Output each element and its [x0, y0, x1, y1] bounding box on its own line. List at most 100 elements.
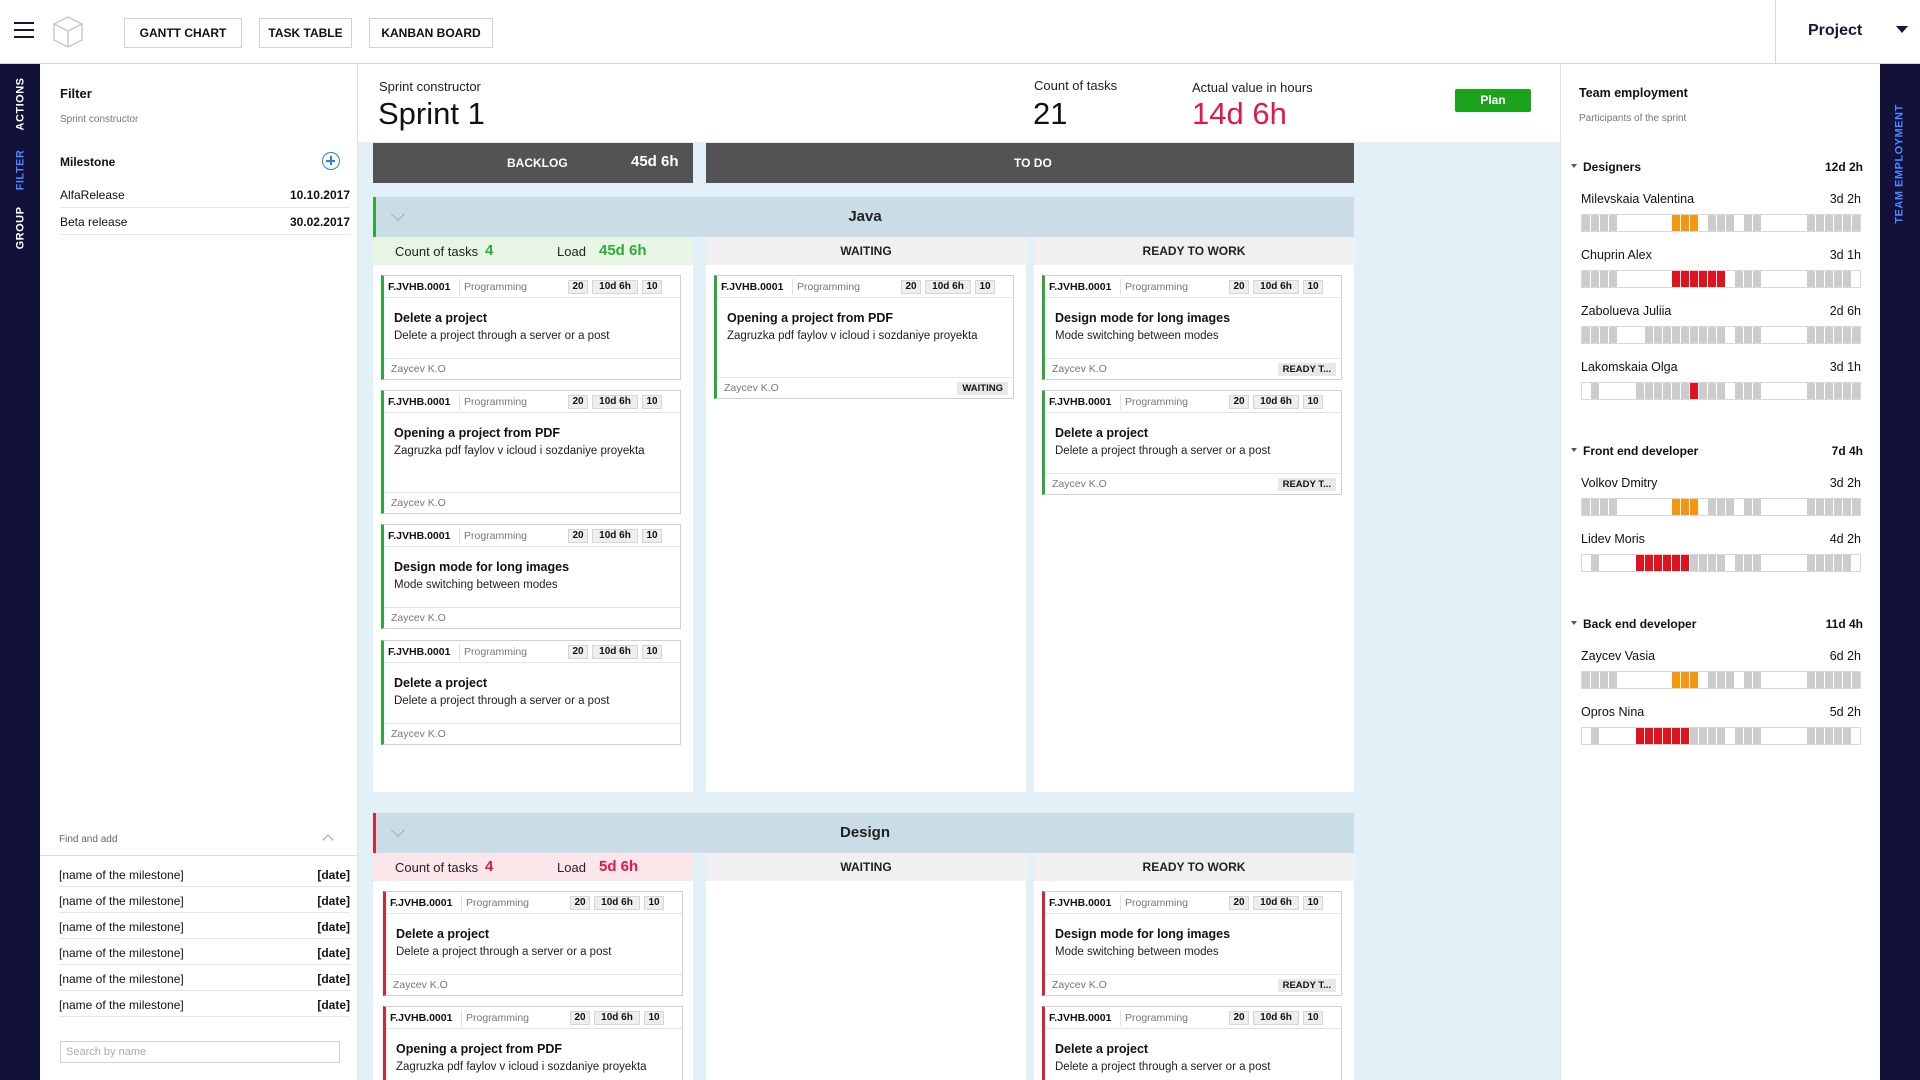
load-segment: [1618, 215, 1627, 231]
actual-value-label: Actual value in hours: [1192, 80, 1313, 95]
task-card[interactable]: F.JVHB.0001 Programming 20 10d 6h 10 Delete …: [381, 640, 681, 745]
load-segment: [1681, 499, 1690, 515]
load-segment: [1744, 327, 1753, 343]
project-selector[interactable]: Project: [1775, 0, 1920, 63]
load-segment: [1816, 327, 1825, 343]
load-segment: [1753, 499, 1762, 515]
load-segment: [1681, 327, 1690, 343]
java-backlog-column: Count of tasks 4 Load 45d 6h F.JVHB.0001…: [373, 237, 693, 792]
find-milestone-item[interactable]: [name of the milestone] [date]: [59, 861, 350, 887]
find-milestone-item[interactable]: [name of the milestone] [date]: [59, 913, 350, 939]
task-card[interactable]: F.JVHB.0001 Programming 20 10d 6h 10 Opening…: [383, 1006, 683, 1080]
team-group-back-end[interactable]: Back end developer 11d 4h: [1569, 615, 1869, 633]
find-milestone-item[interactable]: [name of the milestone] [date]: [59, 991, 350, 1017]
load-segment: [1699, 327, 1708, 343]
load-segment: [1753, 383, 1762, 399]
task-card[interactable]: F.JVHB.0001 Programming 20 10d 6h 10 Design …: [1042, 891, 1342, 996]
task-assignee: Zaycev K.O: [1052, 979, 1107, 991]
find-milestone-item[interactable]: [name of the milestone] [date]: [59, 965, 350, 991]
task-card[interactable]: F.JVHB.0001 Programming 20 10d 6h 10 Delete …: [1042, 390, 1342, 495]
load-segment: [1645, 271, 1654, 287]
left-rail: ACTIONS FILTER GROUP: [0, 64, 40, 1080]
design-waiting-column: WAITING: [706, 853, 1026, 1080]
load-segment: [1672, 728, 1681, 744]
load-segment: [1609, 555, 1618, 571]
tab-actions[interactable]: ACTIONS: [0, 74, 40, 134]
load-segment: [1672, 271, 1681, 287]
load-segment: [1834, 555, 1843, 571]
team-group-designers[interactable]: Designers 12d 2h: [1569, 158, 1869, 176]
milestone-item[interactable]: AlfaRelease 10.10.2017: [60, 181, 350, 208]
load-segment: [1645, 555, 1654, 571]
task-card[interactable]: F.JVHB.0001 Programming 20 10d 6h 10 Design …: [381, 524, 681, 629]
load-segment: [1690, 215, 1699, 231]
load-segment: [1645, 672, 1654, 688]
tab-filter[interactable]: FILTER: [0, 144, 40, 196]
tab-team-employment[interactable]: TEAM EMPLOYMENT: [1880, 64, 1920, 264]
load-segment: [1816, 383, 1825, 399]
load-segment: [1654, 327, 1663, 343]
task-assignee: Zaycev K.O: [391, 497, 446, 509]
load-segment: [1708, 271, 1717, 287]
search-input[interactable]: [60, 1041, 340, 1063]
task-card[interactable]: F.JVHB.0001 Programming 20 10d 6h 10 Design …: [1042, 275, 1342, 380]
kanban-board-button[interactable]: KANBAN BOARD: [369, 18, 493, 48]
load-segment: [1717, 215, 1726, 231]
chevron-up-icon[interactable]: [322, 834, 334, 846]
hamburger-icon[interactable]: [14, 22, 34, 40]
find-milestone-item[interactable]: [name of the milestone] [date]: [59, 939, 350, 965]
group-count: 4: [485, 858, 494, 875]
load-segment: [1780, 555, 1789, 571]
load-segment: [1744, 499, 1753, 515]
task-card[interactable]: F.JVHB.0001 Programming 20 10d 6h 10 Delete …: [1042, 1006, 1342, 1080]
task-table-button[interactable]: TASK TABLE: [259, 18, 352, 48]
load-segment: [1708, 327, 1717, 343]
find-milestone-item[interactable]: [name of the milestone] [date]: [59, 887, 350, 913]
load-segment: [1672, 215, 1681, 231]
load-segment: [1744, 215, 1753, 231]
gantt-chart-button[interactable]: GANTT CHART: [124, 18, 242, 48]
team-group-front-end[interactable]: Front end developer 7d 4h: [1569, 442, 1869, 460]
load-segment: [1717, 271, 1726, 287]
load-segment: [1627, 672, 1636, 688]
load-segment: [1699, 499, 1708, 515]
load-segment: [1762, 383, 1771, 399]
load-segment: [1843, 271, 1852, 287]
load-segment: [1780, 327, 1789, 343]
milestone-item[interactable]: Beta release 30.02.2017: [60, 208, 350, 235]
load-segment: [1780, 672, 1789, 688]
caret-down-icon[interactable]: [1571, 621, 1577, 625]
task-card[interactable]: F.JVHB.0001 Programming 20 10d 6h 10 Opening…: [381, 390, 681, 514]
plus-circle-icon[interactable]: [322, 152, 340, 170]
task-card[interactable]: F.JVHB.0001 Programming 20 10d 6h 10 Opening…: [714, 275, 1014, 399]
load-segment: [1852, 327, 1860, 343]
find-and-add-header[interactable]: Find and add: [40, 824, 357, 856]
load-segment: [1636, 499, 1645, 515]
plan-button[interactable]: Plan: [1455, 89, 1531, 112]
load-segment: [1609, 327, 1618, 343]
load-segment: [1762, 327, 1771, 343]
load-segment: [1591, 555, 1600, 571]
waiting-header: WAITING: [706, 853, 1026, 881]
load-segment: [1591, 499, 1600, 515]
team-subtitle: Participants of the sprint: [1579, 113, 1687, 124]
load-segment: [1789, 215, 1798, 231]
load-segment: [1735, 672, 1744, 688]
group-java[interactable]: Java: [373, 197, 1354, 237]
load-segment: [1834, 383, 1843, 399]
load-segment: [1609, 672, 1618, 688]
load-segment: [1798, 672, 1807, 688]
load-segment: [1726, 499, 1735, 515]
group-design[interactable]: Design: [373, 813, 1354, 853]
caret-down-icon[interactable]: [1571, 448, 1577, 452]
task-card[interactable]: F.JVHB.0001 Programming 20 10d 6h 10 Delete …: [381, 275, 681, 380]
load-segment: [1789, 499, 1798, 515]
load-segment: [1600, 555, 1609, 571]
tab-group[interactable]: GROUP: [0, 202, 40, 254]
task-title: Opening a project from PDF: [727, 311, 893, 325]
caret-down-icon[interactable]: [1896, 26, 1908, 33]
caret-down-icon[interactable]: [1571, 164, 1577, 168]
actual-value: 14d 6h: [1192, 96, 1287, 131]
task-card[interactable]: F.JVHB.0001 Programming 20 10d 6h 10 Delete …: [383, 891, 683, 996]
sprint-header: Sprint constructor Sprint 1 Count of tas…: [358, 64, 1560, 142]
